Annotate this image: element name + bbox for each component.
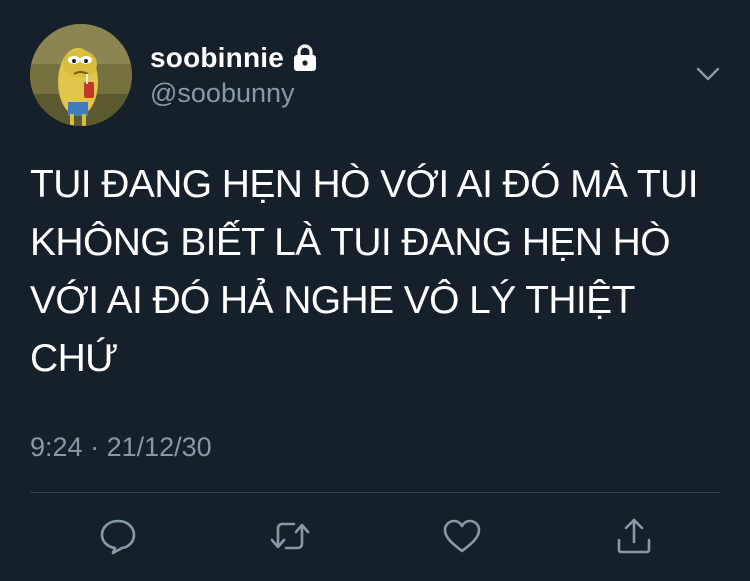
chevron-down-icon[interactable] [694, 62, 722, 86]
divider [30, 492, 720, 493]
tweet-date: 21/12/30 [106, 432, 212, 462]
like-button[interactable] [440, 514, 484, 558]
tweet-time: 9:24 [30, 432, 83, 462]
timestamp-separator: · [90, 432, 100, 462]
reply-button[interactable] [96, 514, 140, 558]
avatar-image [30, 24, 132, 126]
retweet-arrows-icon [270, 522, 310, 550]
share-button[interactable] [612, 514, 656, 558]
tweet-card: soobinnie @soobunny TUI ĐANG HẸN HÒ VỚI … [0, 0, 750, 581]
share-upload-icon [617, 518, 651, 554]
avatar[interactable] [30, 24, 132, 126]
tweet-text: TUI ĐANG HẸN HÒ VỚI AI ĐÓ MÀ TUI KHÔNG B… [30, 163, 699, 380]
user-handle[interactable]: @soobunny [150, 78, 295, 109]
timestamp[interactable]: 9:24 · 21/12/30 [30, 432, 212, 463]
heart-icon [443, 519, 481, 553]
lock-icon [292, 43, 318, 73]
display-name-row: soobinnie [150, 38, 318, 78]
speech-bubble-icon [100, 519, 136, 555]
retweet-button[interactable] [268, 514, 312, 558]
display-name[interactable]: soobinnie [150, 42, 284, 74]
